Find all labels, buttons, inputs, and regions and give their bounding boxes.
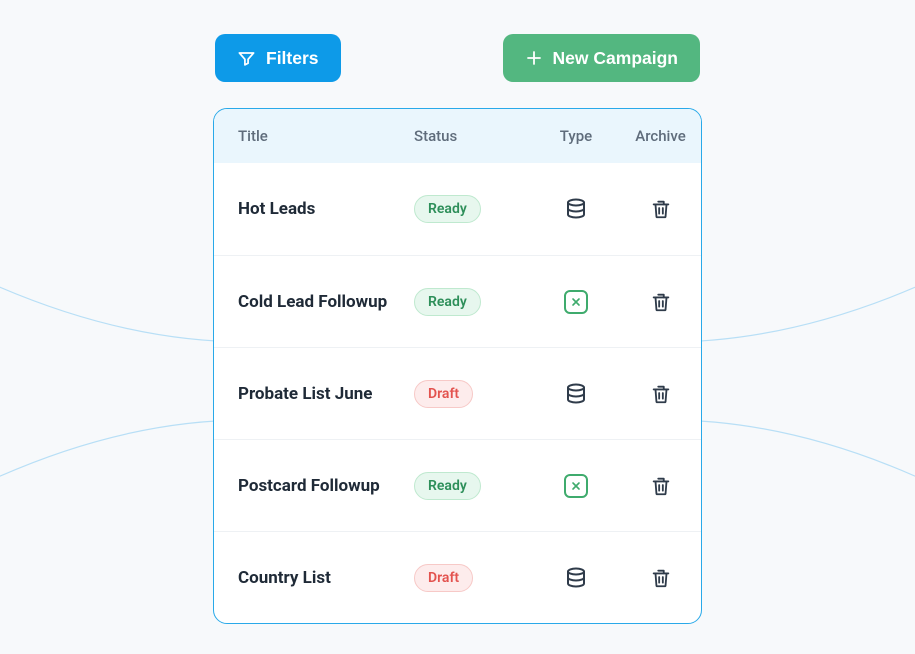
- row-status: Draft: [414, 380, 532, 408]
- header-title: Title: [214, 127, 414, 145]
- header-archive: Archive: [620, 127, 701, 145]
- x-box-icon[interactable]: [562, 472, 590, 500]
- table-row[interactable]: Hot LeadsReady: [214, 163, 701, 255]
- campaigns-table: Title Status Type Archive Hot LeadsReady…: [213, 108, 702, 624]
- row-title: Cold Lead Followup: [214, 292, 414, 312]
- row-title: Probate List June: [214, 384, 414, 404]
- trash-icon[interactable]: [647, 472, 675, 500]
- trash-icon[interactable]: [647, 380, 675, 408]
- status-badge: Ready: [414, 195, 481, 223]
- database-icon[interactable]: [562, 380, 590, 408]
- row-archive: [620, 472, 701, 500]
- database-icon[interactable]: [562, 564, 590, 592]
- table-row[interactable]: Cold Lead FollowupReady: [214, 255, 701, 347]
- filters-button[interactable]: Filters: [215, 34, 341, 82]
- row-type: [532, 564, 620, 592]
- new-campaign-button[interactable]: New Campaign: [503, 34, 700, 82]
- status-badge: Ready: [414, 472, 481, 500]
- header-type: Type: [532, 127, 620, 145]
- trash-icon[interactable]: [647, 288, 675, 316]
- filters-label: Filters: [266, 48, 319, 69]
- row-type: [532, 472, 620, 500]
- row-title: Postcard Followup: [214, 476, 414, 496]
- trash-icon[interactable]: [647, 564, 675, 592]
- toolbar: Filters New Campaign: [213, 34, 702, 82]
- status-badge: Draft: [414, 564, 473, 592]
- table-row[interactable]: Probate List JuneDraft: [214, 347, 701, 439]
- row-status: Ready: [414, 288, 532, 316]
- row-status: Draft: [414, 564, 532, 592]
- row-status: Ready: [414, 472, 532, 500]
- new-campaign-label: New Campaign: [553, 48, 678, 69]
- table-row[interactable]: Country ListDraft: [214, 531, 701, 623]
- row-title: Hot Leads: [214, 199, 414, 219]
- status-badge: Draft: [414, 380, 473, 408]
- row-archive: [620, 380, 701, 408]
- row-type: [532, 195, 620, 223]
- row-archive: [620, 288, 701, 316]
- table-header: Title Status Type Archive: [214, 109, 701, 163]
- table-row[interactable]: Postcard FollowupReady: [214, 439, 701, 531]
- header-status: Status: [414, 127, 532, 145]
- row-status: Ready: [414, 195, 532, 223]
- row-archive: [620, 564, 701, 592]
- x-box-icon[interactable]: [562, 288, 590, 316]
- trash-icon[interactable]: [647, 195, 675, 223]
- row-type: [532, 380, 620, 408]
- plus-icon: [525, 49, 543, 67]
- status-badge: Ready: [414, 288, 481, 316]
- database-icon[interactable]: [562, 195, 590, 223]
- row-title: Country List: [214, 568, 414, 588]
- filter-icon: [237, 49, 256, 68]
- row-type: [532, 288, 620, 316]
- row-archive: [620, 195, 701, 223]
